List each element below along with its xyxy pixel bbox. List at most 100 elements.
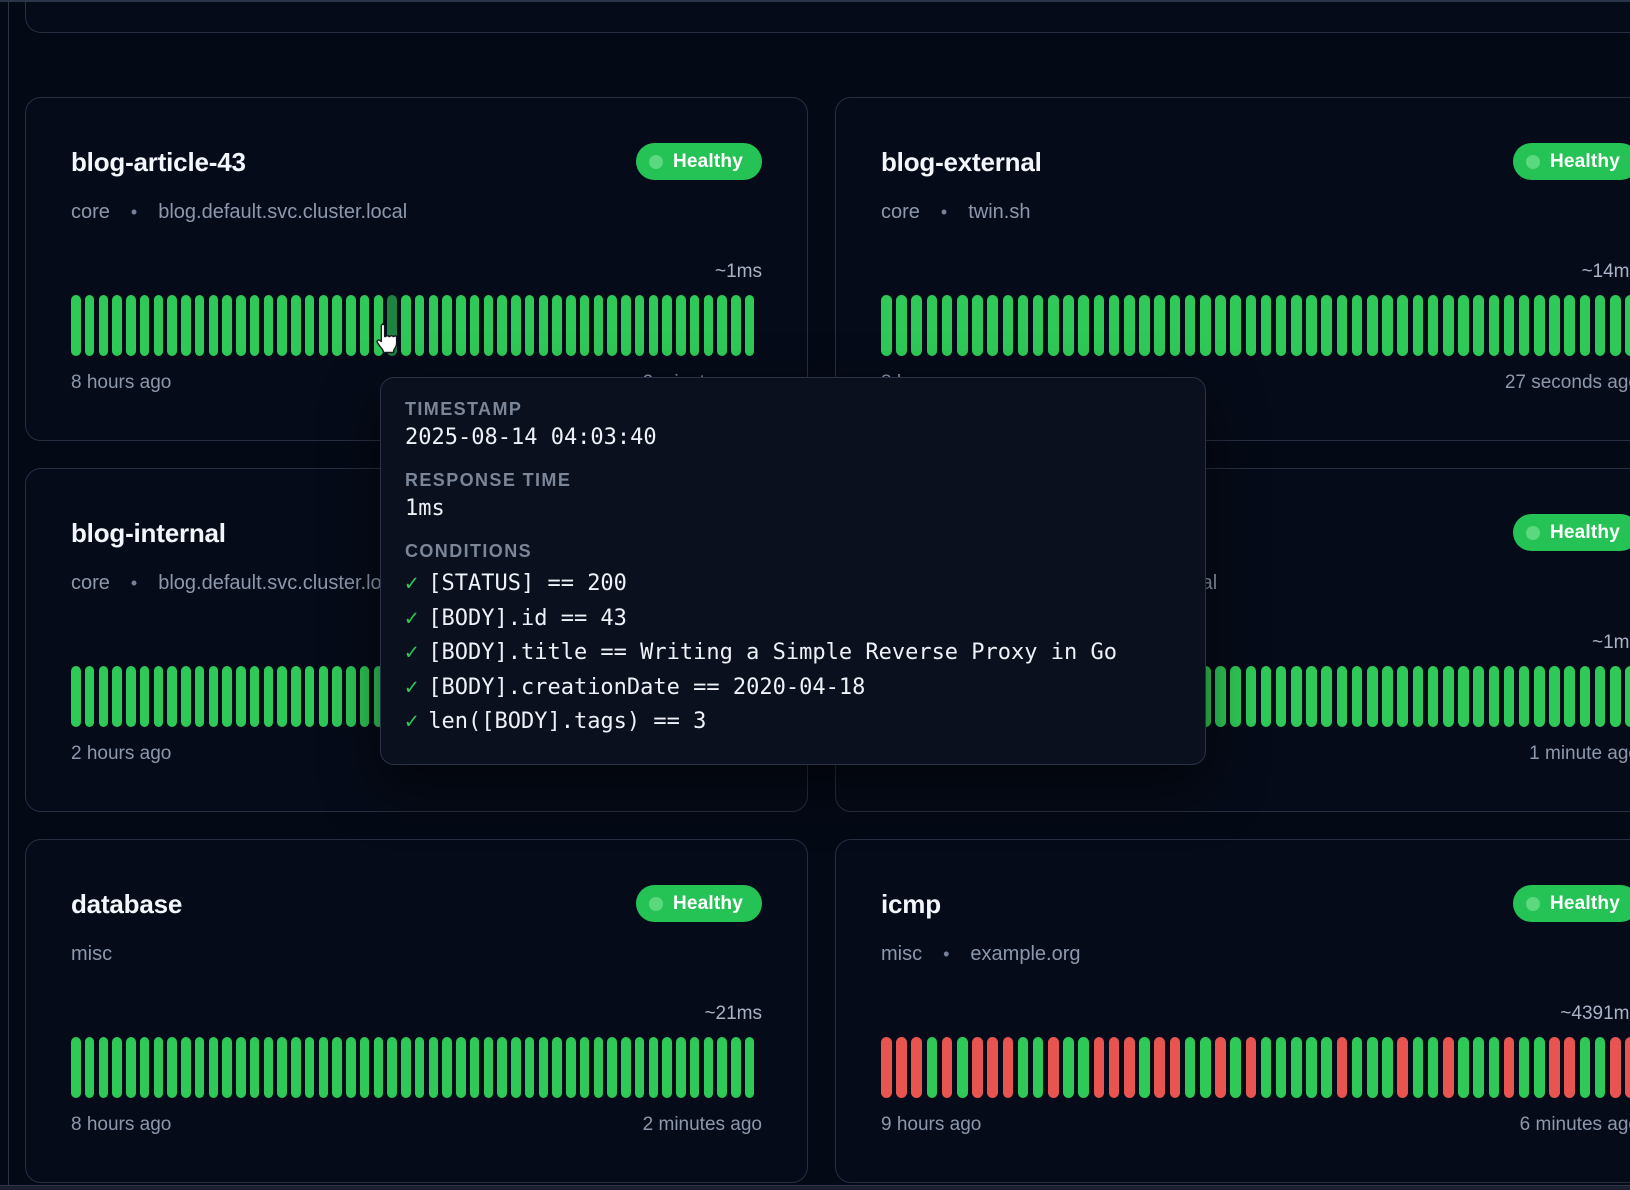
uptime-bar[interactable] xyxy=(621,1037,631,1098)
uptime-bar[interactable] xyxy=(539,295,549,356)
uptime-bar[interactable] xyxy=(1154,1037,1165,1098)
uptime-bar[interactable] xyxy=(112,295,122,356)
uptime-bar[interactable] xyxy=(291,295,301,356)
uptime-bar[interactable] xyxy=(319,666,329,727)
uptime-bar[interactable] xyxy=(291,1037,301,1098)
uptime-bar[interactable] xyxy=(71,666,81,727)
uptime-bar[interactable] xyxy=(140,666,150,727)
uptime-bar[interactable] xyxy=(1367,666,1378,727)
uptime-bar[interactable] xyxy=(1003,1037,1014,1098)
uptime-bar[interactable] xyxy=(662,295,672,356)
uptime-bar[interactable] xyxy=(85,666,95,727)
uptime-bar[interactable] xyxy=(1504,1037,1515,1098)
uptime-bar[interactable] xyxy=(1382,1037,1393,1098)
uptime-bar[interactable] xyxy=(1519,1037,1530,1098)
uptime-bar[interactable] xyxy=(1443,295,1454,356)
endpoint-card-icmp[interactable]: icmpHealthymisc•example.org~4391ms9 hour… xyxy=(835,839,1630,1183)
uptime-bar[interactable] xyxy=(635,295,645,356)
uptime-bar[interactable] xyxy=(277,666,287,727)
uptime-bar[interactable] xyxy=(1230,1037,1241,1098)
uptime-bar[interactable] xyxy=(484,295,494,356)
uptime-bar[interactable] xyxy=(676,1037,686,1098)
uptime-bar[interactable] xyxy=(662,1037,672,1098)
uptime-bar[interactable] xyxy=(552,295,562,356)
uptime-bar[interactable] xyxy=(319,1037,329,1098)
uptime-bar[interactable] xyxy=(71,295,81,356)
uptime-bar[interactable] xyxy=(429,1037,439,1098)
uptime-bar[interactable] xyxy=(1428,295,1439,356)
uptime-bar[interactable] xyxy=(1382,666,1393,727)
uptime-bar[interactable] xyxy=(717,1037,727,1098)
uptime-bar[interactable] xyxy=(1215,1037,1226,1098)
uptime-bar[interactable] xyxy=(442,1037,452,1098)
uptime-bar[interactable] xyxy=(236,295,246,356)
uptime-bar[interactable] xyxy=(1595,666,1606,727)
uptime-bar[interactable] xyxy=(957,1037,968,1098)
uptime-bar[interactable] xyxy=(1018,295,1029,356)
uptime-bar[interactable] xyxy=(1215,666,1226,727)
uptime-bar[interactable] xyxy=(1549,295,1560,356)
uptime-bar[interactable] xyxy=(1109,295,1120,356)
uptime-bar[interactable] xyxy=(1443,1037,1454,1098)
uptime-bar[interactable] xyxy=(360,666,370,727)
uptime-bar[interactable] xyxy=(319,295,329,356)
uptime-bar[interactable] xyxy=(1473,666,1484,727)
uptime-bar[interactable] xyxy=(1489,1037,1500,1098)
uptime-bar[interactable] xyxy=(1610,295,1621,356)
uptime-bar[interactable] xyxy=(1200,1037,1211,1098)
uptime-bar[interactable] xyxy=(1200,295,1211,356)
uptime-bar[interactable] xyxy=(635,1037,645,1098)
uptime-bar[interactable] xyxy=(1078,295,1089,356)
uptime-bar[interactable] xyxy=(1003,295,1014,356)
uptime-bar[interactable] xyxy=(167,295,177,356)
uptime-bar[interactable] xyxy=(1246,1037,1257,1098)
uptime-bar[interactable] xyxy=(484,1037,494,1098)
uptime-bar[interactable] xyxy=(1337,295,1348,356)
uptime-bar[interactable] xyxy=(525,295,535,356)
uptime-bar[interactable] xyxy=(911,1037,922,1098)
uptime-bar[interactable] xyxy=(1564,295,1575,356)
uptime-bar[interactable] xyxy=(401,1037,411,1098)
uptime-bar[interactable] xyxy=(291,666,301,727)
uptime-bar[interactable] xyxy=(1109,1037,1120,1098)
uptime-bar[interactable] xyxy=(1413,295,1424,356)
uptime-bar[interactable] xyxy=(1063,1037,1074,1098)
uptime-bar[interactable] xyxy=(1564,1037,1575,1098)
uptime-bar[interactable] xyxy=(456,295,466,356)
uptime-bar[interactable] xyxy=(942,295,953,356)
uptime-bar[interactable] xyxy=(1124,295,1135,356)
uptime-bar[interactable] xyxy=(896,295,907,356)
uptime-bar[interactable] xyxy=(1580,295,1591,356)
uptime-bar[interactable] xyxy=(704,295,714,356)
uptime-bar[interactable] xyxy=(1276,295,1287,356)
uptime-bar[interactable] xyxy=(1625,295,1630,356)
uptime-bar[interactable] xyxy=(332,295,342,356)
uptime-bar[interactable] xyxy=(1078,1037,1089,1098)
uptime-bar[interactable] xyxy=(1580,1037,1591,1098)
uptime-bar[interactable] xyxy=(360,295,370,356)
uptime-bar[interactable] xyxy=(1215,295,1226,356)
uptime-bar[interactable] xyxy=(717,295,727,356)
uptime-bar[interactable] xyxy=(264,295,274,356)
uptime-bar[interactable] xyxy=(1534,666,1545,727)
uptime-bar[interactable] xyxy=(1413,1037,1424,1098)
uptime-bar[interactable] xyxy=(1321,666,1332,727)
uptime-bar[interactable] xyxy=(1489,295,1500,356)
uptime-bar[interactable] xyxy=(456,1037,466,1098)
uptime-bar[interactable] xyxy=(429,295,439,356)
uptime-bar[interactable] xyxy=(360,1037,370,1098)
uptime-bar[interactable] xyxy=(415,295,425,356)
uptime-bar[interactable] xyxy=(972,295,983,356)
uptime-bar[interactable] xyxy=(222,666,232,727)
uptime-bar[interactable] xyxy=(374,1037,384,1098)
uptime-bar[interactable] xyxy=(1291,1037,1302,1098)
uptime-bar[interactable] xyxy=(539,1037,549,1098)
uptime-bar[interactable] xyxy=(580,1037,590,1098)
uptime-bar[interactable] xyxy=(277,1037,287,1098)
uptime-bar[interactable] xyxy=(195,666,205,727)
uptime-bar[interactable] xyxy=(1473,295,1484,356)
uptime-bar[interactable] xyxy=(181,666,191,727)
uptime-bar[interactable] xyxy=(1504,666,1515,727)
uptime-bar[interactable] xyxy=(1428,666,1439,727)
uptime-bar[interactable] xyxy=(140,1037,150,1098)
